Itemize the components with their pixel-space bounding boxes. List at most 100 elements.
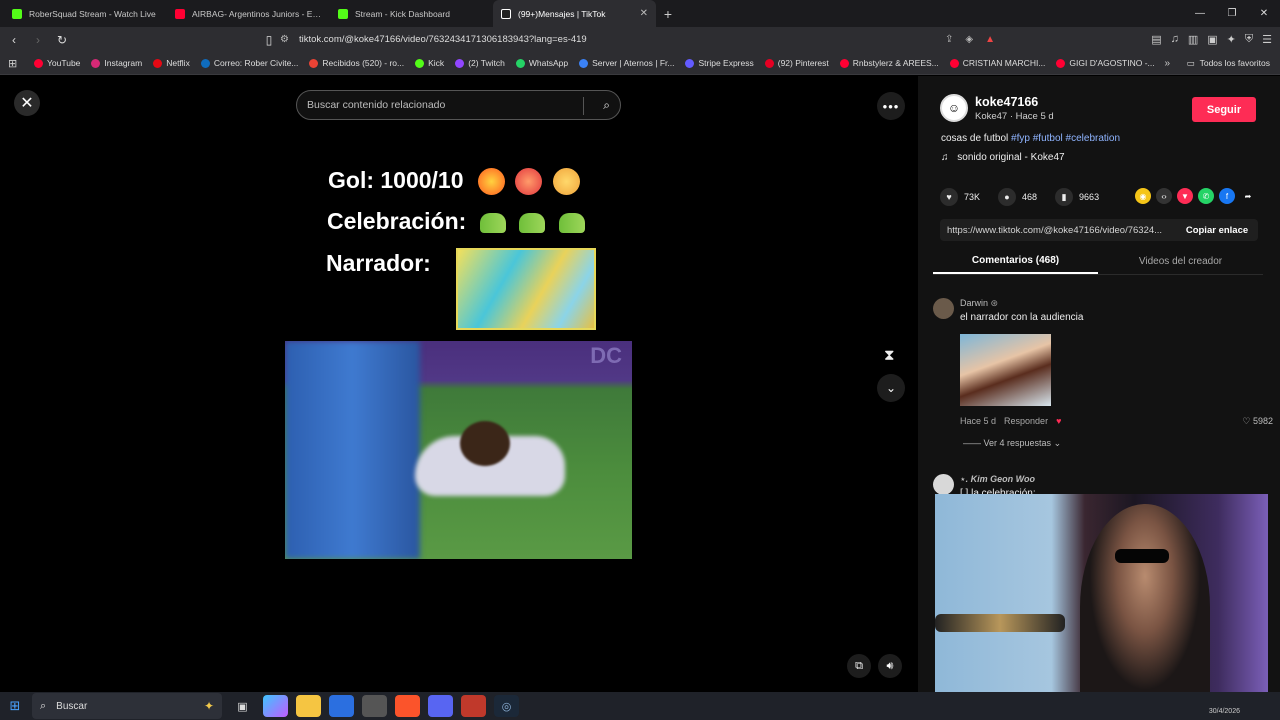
close-window-icon[interactable]: ✕: [1248, 0, 1280, 27]
rewards-icon[interactable]: ▲: [985, 34, 995, 45]
search-placeholder: Buscar contenido relacionado: [307, 99, 446, 111]
bookmark-item[interactable]: Kick: [415, 58, 444, 68]
music-icon[interactable]: ♫: [1171, 33, 1179, 46]
sidebar-icon[interactable]: ▥: [1188, 33, 1198, 46]
bookmark-item[interactable]: Stripe Express: [685, 58, 754, 68]
brave-icon[interactable]: [395, 695, 420, 717]
author-block[interactable]: ☺ koke47166 Koke47 · Hace 5 d: [940, 94, 1054, 122]
bookmark-item[interactable]: WhatsApp: [515, 58, 568, 68]
related-search-input[interactable]: Buscar contenido relacionado ⌕: [296, 90, 621, 120]
avatar[interactable]: [933, 298, 954, 319]
bookmark-item[interactable]: (92) Pinterest: [764, 58, 829, 68]
bookmark-label: Rnbstylerz & AREES...: [852, 58, 939, 68]
bookmark-item[interactable]: Rnbstylerz & AREES...: [839, 58, 939, 68]
forward-icon[interactable]: ›: [28, 30, 48, 50]
comment-like-button[interactable]: ♡ 5982: [1242, 416, 1273, 427]
share-arrow-icon[interactable]: ➦: [1240, 188, 1256, 204]
comment-button[interactable]: ● 468: [998, 188, 1037, 206]
comment-author[interactable]: Darwin ⊛: [960, 298, 998, 309]
music-line[interactable]: ♫ sonido original - Koke47: [941, 152, 1065, 163]
app-icon[interactable]: [362, 695, 387, 717]
save-button[interactable]: ▮ 9663: [1055, 188, 1099, 206]
comment-author-name[interactable]: ⋆. Kim Geon Woo: [960, 474, 1035, 485]
coin-icon[interactable]: ◉: [1135, 188, 1151, 204]
bookmark-item[interactable]: GIGI D'AGOSTINO -...: [1056, 58, 1155, 68]
video-link-field[interactable]: https://www.tiktok.com/@koke47166/video/…: [940, 219, 1258, 241]
apps-grid-icon[interactable]: ⊞: [8, 57, 20, 70]
restore-icon[interactable]: ❐: [1216, 0, 1248, 27]
reader-icon[interactable]: ▤: [1151, 33, 1161, 46]
avatar[interactable]: ☺: [940, 94, 968, 122]
avatar[interactable]: [933, 474, 954, 495]
site-info-icon[interactable]: ⚙: [280, 34, 289, 45]
next-video-button[interactable]: ⌄: [877, 374, 905, 402]
hashtag-link[interactable]: #futbol: [1033, 133, 1063, 144]
bookmark-item[interactable]: Correo: Rober Civite...: [200, 58, 298, 68]
task-view-icon[interactable]: ▣: [230, 695, 255, 717]
shield-icon[interactable]: ◈: [965, 34, 973, 45]
volume-button[interactable]: 🔊︎: [878, 654, 902, 678]
vpn-icon[interactable]: ⛨: [1245, 33, 1253, 46]
copy-link-button[interactable]: Copiar enlace: [1176, 219, 1258, 241]
browser-tab[interactable]: Stream - Kick Dashboard: [330, 0, 493, 27]
wallet-icon[interactable]: ▣: [1207, 33, 1217, 46]
repost-icon[interactable]: ▼: [1177, 188, 1193, 204]
bookmark-item[interactable]: Recibidos (520) - ro...: [309, 58, 404, 68]
share-icon[interactable]: ⇪: [945, 34, 953, 45]
reply-button[interactable]: Responder: [1004, 416, 1048, 426]
windows-start-icon[interactable]: ⊞: [0, 692, 30, 720]
like-button[interactable]: ♥ 73K: [940, 188, 980, 206]
browser-tab-active[interactable]: (99+)Mensajes | TikTok ✕: [493, 0, 656, 27]
file-explorer-icon[interactable]: [296, 695, 321, 717]
close-video-button[interactable]: ✕: [14, 90, 40, 116]
close-tab-icon[interactable]: ✕: [640, 8, 648, 19]
bookmark-item[interactable]: Instagram: [91, 58, 142, 68]
taskbar-search[interactable]: ⌕ Buscar ✦: [32, 693, 222, 719]
extensions-icon[interactable]: ✦: [1227, 33, 1236, 46]
store-icon[interactable]: [329, 695, 354, 717]
username[interactable]: koke47166: [975, 95, 1054, 109]
app-icon[interactable]: [461, 695, 486, 717]
hashtag-link[interactable]: #celebration: [1066, 133, 1120, 144]
reload-icon[interactable]: ↻: [52, 30, 72, 50]
browser-tab[interactable]: RoberSquad Stream - Watch Live: [4, 0, 167, 27]
bookmark-item[interactable]: Netflix: [153, 58, 190, 68]
football-clip: DC: [285, 341, 632, 559]
browser-tab[interactable]: AIRBAG- Argentinos Juniors - EN VIV: [167, 0, 330, 27]
comment-count: 468: [1022, 192, 1038, 202]
view-replies-button[interactable]: —— Ver 4 respuestas ⌄: [963, 438, 1061, 449]
minimize-icon[interactable]: —: [1184, 0, 1216, 27]
bookmark-item[interactable]: YouTube: [34, 58, 80, 68]
video-player[interactable]: Buscar contenido relacionado ⌕ Gol: 1000…: [285, 76, 632, 692]
streamer: [1080, 504, 1210, 710]
follow-button[interactable]: Seguir: [1192, 97, 1256, 122]
copilot-icon[interactable]: [263, 695, 288, 717]
embed-icon[interactable]: ‹›: [1156, 188, 1172, 204]
search-icon[interactable]: ⌕: [603, 98, 610, 113]
bookmark-icon[interactable]: ▯: [259, 30, 279, 50]
url-field[interactable]: ⚙ tiktok.com/@koke47166/video/7632434171…: [280, 30, 995, 50]
bookmark-item[interactable]: CRISTIAN MARCHI...: [949, 58, 1045, 68]
hashtag-link[interactable]: #fyp: [1011, 133, 1030, 144]
miniplayer-button[interactable]: ⧉: [847, 654, 871, 678]
bookmark-label: Netflix: [166, 58, 190, 68]
new-tab-button[interactable]: +: [656, 0, 680, 27]
tab-comments[interactable]: Comentarios (468): [933, 248, 1098, 274]
back-icon[interactable]: ‹: [4, 30, 24, 50]
steam-icon[interactable]: ◎: [494, 695, 519, 717]
whatsapp-icon[interactable]: ✆: [1198, 188, 1214, 204]
all-bookmarks[interactable]: ▭ Todos los favoritos: [1187, 58, 1270, 69]
worm-emoji-icon: [519, 212, 546, 233]
bookmark-item[interactable]: (2) Twitch: [455, 58, 505, 68]
narrator-text: Narrador:: [326, 250, 431, 276]
discord-icon[interactable]: [428, 695, 453, 717]
facebook-icon[interactable]: f: [1219, 188, 1235, 204]
search-divider: [583, 97, 584, 115]
comment-meta: Hace 5 d Responder ♥: [960, 416, 1061, 426]
more-bookmarks-icon[interactable]: »: [1164, 58, 1170, 69]
tab-creator-videos[interactable]: Videos del creador: [1098, 248, 1263, 274]
bookmark-item[interactable]: Server | Aternos | Fr...: [579, 58, 674, 68]
celebration-text: Celebración:: [327, 208, 467, 234]
more-options-button[interactable]: •••: [877, 92, 905, 120]
menu-icon[interactable]: ☰: [1262, 33, 1272, 46]
